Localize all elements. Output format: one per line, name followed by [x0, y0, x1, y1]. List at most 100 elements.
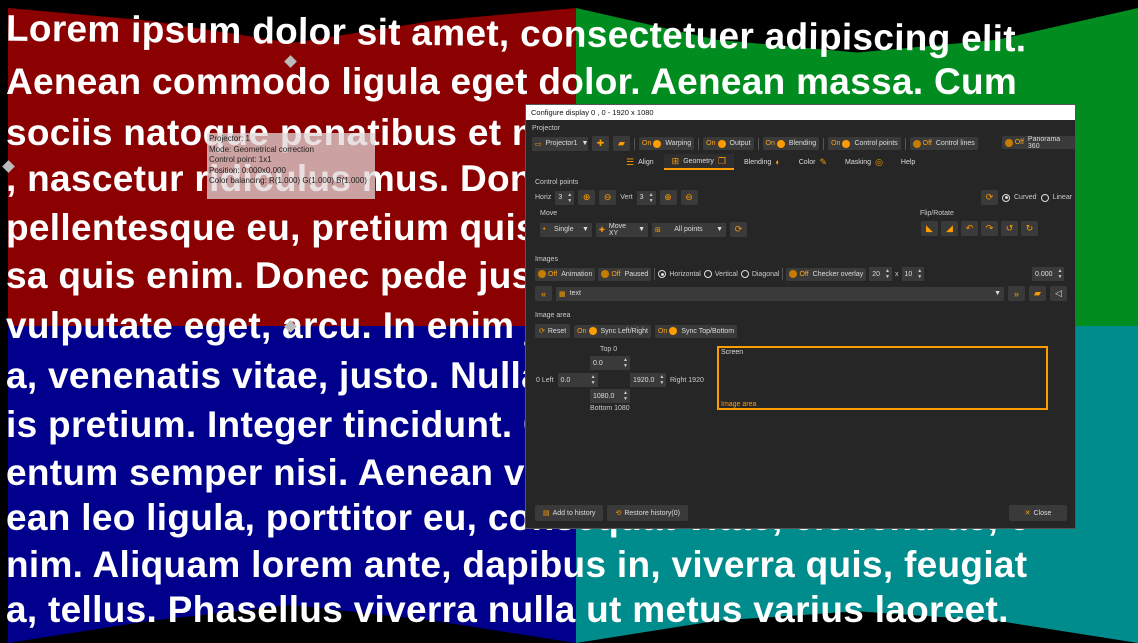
- flip-horizontal-icon[interactable]: ◣: [921, 221, 938, 236]
- add-projector-icon[interactable]: ✚: [592, 136, 609, 151]
- sync-top-bottom-toggle[interactable]: On Sync Top/Bottom: [654, 324, 738, 338]
- refresh-icon[interactable]: ⟳: [981, 190, 998, 205]
- top-stepper[interactable]: 0.0 ▲ ▼: [590, 356, 630, 370]
- share-icon[interactable]: ◁: [1050, 286, 1067, 301]
- panorama-toggle[interactable]: Off Panorama 360: [1002, 136, 1075, 150]
- tab-align[interactable]: ☰ Align: [618, 154, 662, 170]
- tab-geometry[interactable]: ⊞ Geometry ❐: [663, 154, 735, 170]
- toggle-state: On: [642, 140, 652, 147]
- chevron-down-icon: ▼: [994, 290, 1001, 297]
- zoom-in-icon[interactable]: ⊕: [659, 190, 677, 205]
- rotate-left-icon[interactable]: ↺: [1001, 221, 1018, 236]
- move-mode-select[interactable]: • Single ▼: [540, 222, 592, 237]
- reset-points-icon[interactable]: ⟳: [730, 222, 747, 237]
- control-points-toggle[interactable]: On Control points: [828, 137, 901, 150]
- tab-blending[interactable]: Blending ◐: [736, 154, 789, 170]
- close-icon: ✕: [1024, 510, 1031, 517]
- projector-select[interactable]: ▭ Projector1 ▼: [532, 136, 589, 151]
- horiz-label: Horiz: [535, 194, 552, 201]
- paused-toggle[interactable]: Off Paused: [598, 267, 652, 281]
- toggle-label: Blending: [788, 140, 817, 147]
- chevron-down-icon: ▼: [582, 226, 589, 233]
- projector-section-label: Projector: [532, 125, 561, 132]
- restore-history-button[interactable]: ⟲ Restore history(0): [607, 505, 688, 521]
- stepper-arrows-icon[interactable]: ▲ ▼: [565, 192, 574, 204]
- tab-masking[interactable]: Masking ◎: [837, 154, 891, 170]
- toggle-dot: [588, 327, 597, 335]
- stepper-arrows-icon[interactable]: ▲ ▼: [589, 374, 598, 386]
- warping-toggle[interactable]: On Warping: [639, 137, 695, 150]
- control-lines-toggle[interactable]: Off Control lines: [909, 137, 978, 150]
- chevron-down-icon: ▼: [716, 226, 723, 233]
- zoom-in-icon[interactable]: ⊕: [578, 190, 596, 205]
- open-folder-icon[interactable]: ▰: [1029, 286, 1046, 301]
- move-axis-select[interactable]: ✚ Move XY ▼: [596, 222, 648, 237]
- toggle-label: Sync Top/Bottom: [681, 327, 735, 335]
- horizontal-radio[interactable]: [658, 270, 667, 278]
- move-section-label: Move: [540, 210, 558, 217]
- stepper-arrows-icon[interactable]: ▲ ▼: [621, 390, 630, 402]
- previous-image-icon[interactable]: «: [535, 286, 552, 301]
- left-stepper[interactable]: 0.0 ▲ ▼: [557, 373, 598, 387]
- checker-x-stepper[interactable]: 20 ▲ ▼: [869, 267, 892, 281]
- image-offset-value: 0.000: [1035, 270, 1053, 278]
- stepper-arrows-icon[interactable]: ▲ ▼: [1056, 268, 1065, 280]
- checker-overlay-toggle[interactable]: Off Checker overlay: [786, 267, 867, 281]
- curved-radio[interactable]: [1002, 193, 1010, 202]
- vert-stepper[interactable]: 3 ▲ ▼: [636, 190, 656, 205]
- toggle-state: Off: [611, 270, 621, 278]
- toggle-state: Off: [548, 270, 558, 278]
- stepper-arrows-icon[interactable]: ▲ ▼: [621, 357, 630, 369]
- bottom-stepper[interactable]: 1080.0 ▲ ▼: [590, 389, 630, 403]
- toggle-dot: [842, 139, 851, 148]
- divider: [904, 137, 906, 150]
- grid-icon: ⊞: [655, 226, 661, 234]
- reset-button[interactable]: ⟳ Reset: [535, 324, 571, 338]
- toggle-state: On: [831, 140, 841, 147]
- stepper-arrows-icon[interactable]: ▲ ▼: [657, 374, 666, 386]
- checker-y-stepper[interactable]: 10 ▲ ▼: [901, 267, 925, 281]
- stepper-arrows-icon[interactable]: ▲ ▼: [915, 268, 924, 280]
- zoom-out-icon[interactable]: ⊖: [599, 190, 617, 205]
- blending-toggle[interactable]: On Blending: [762, 137, 820, 150]
- vertical-radio[interactable]: [703, 270, 712, 278]
- sync-left-right-toggle[interactable]: On Sync Left/Right: [574, 324, 651, 338]
- image-offset-stepper[interactable]: 0.000 ▲ ▼: [1032, 267, 1065, 281]
- flip-vertical-icon[interactable]: ◢: [941, 221, 958, 236]
- stepper-arrows-icon[interactable]: ▲ ▼: [883, 268, 892, 280]
- next-image-icon[interactable]: »: [1008, 286, 1025, 301]
- chevron-down-icon: ▼: [581, 140, 589, 147]
- tab-bar: ☰ Align ⊞ Geometry ❐ Blending ◐ Color ✎ Maski…: [618, 154, 923, 170]
- text-image-icon: ▦: [559, 290, 566, 298]
- image-select-value: text: [569, 290, 581, 297]
- image-select[interactable]: ▦ text ▼: [556, 286, 1004, 301]
- points-select[interactable]: ⊞ All points ▼: [652, 222, 726, 237]
- tab-color[interactable]: Color ✎: [791, 154, 835, 170]
- close-button[interactable]: ✕ Close: [1009, 505, 1067, 521]
- horiz-stepper[interactable]: 3 ▲ ▼: [555, 190, 575, 205]
- rotate-right-icon[interactable]: ↻: [1021, 221, 1038, 236]
- toggle-dot: [912, 139, 921, 148]
- mask-icon: ◎: [875, 156, 883, 167]
- right-stepper[interactable]: 1920.0 ▲ ▼: [630, 373, 666, 387]
- animation-toggle[interactable]: Off Animation: [535, 267, 596, 281]
- toggle-state: Off: [1014, 139, 1024, 146]
- image-area-preview[interactable]: Screen Image area: [717, 346, 1048, 410]
- tab-help[interactable]: Help: [893, 154, 923, 170]
- divider: [757, 137, 759, 150]
- tab-label: Color: [798, 158, 816, 166]
- add-to-history-button[interactable]: ▤ Add to history: [535, 505, 604, 521]
- checker-y-value: 10: [904, 270, 913, 278]
- linear-radio[interactable]: [1040, 193, 1049, 202]
- zoom-out-icon[interactable]: ⊖: [680, 190, 698, 205]
- divider: [654, 268, 656, 280]
- top-label: Top 0: [600, 346, 618, 353]
- toggle-label: Checker overlay: [812, 270, 864, 278]
- folder-icon[interactable]: ▰: [613, 136, 630, 151]
- diagonal-radio[interactable]: [740, 270, 749, 278]
- redo-icon[interactable]: ↷: [981, 221, 998, 236]
- undo-icon[interactable]: ↶: [961, 221, 978, 236]
- output-toggle[interactable]: On Output: [703, 137, 754, 150]
- stepper-arrows-icon[interactable]: ▲ ▼: [647, 192, 656, 204]
- grid-icon: ⊞: [671, 155, 680, 166]
